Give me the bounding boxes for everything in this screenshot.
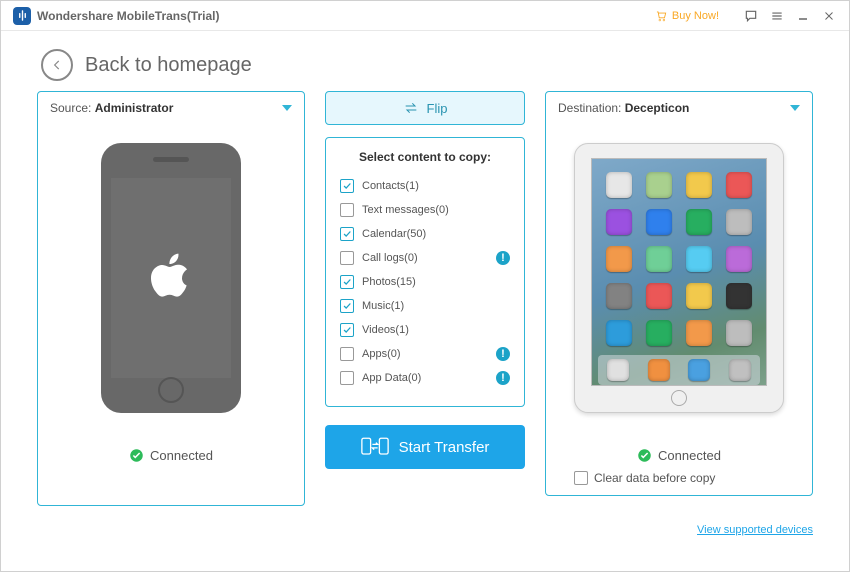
app-icon	[686, 209, 712, 235]
source-dropdown[interactable]: Source: Administrator	[38, 92, 304, 124]
app-icon	[606, 283, 632, 309]
app-icon	[726, 283, 752, 309]
app-icon	[686, 172, 712, 198]
content-item: Calendar(50)	[338, 222, 512, 246]
app-icon	[688, 359, 710, 381]
check-circle-icon	[637, 448, 652, 463]
content-checkbox[interactable]	[340, 347, 354, 361]
info-icon[interactable]: !	[496, 371, 510, 385]
minimize-button[interactable]	[795, 8, 811, 24]
content-item: Text messages(0)	[338, 198, 512, 222]
info-icon[interactable]: !	[496, 251, 510, 265]
transfer-icon	[361, 436, 389, 458]
content-item-label: Apps(0)	[354, 348, 496, 360]
source-device-image	[38, 124, 304, 432]
app-icon	[646, 209, 672, 235]
app-icon	[726, 246, 752, 272]
back-button[interactable]	[41, 49, 73, 81]
content-item: Contacts(1)	[338, 174, 512, 198]
content-checkbox[interactable]	[340, 299, 354, 313]
content-checkbox[interactable]	[340, 323, 354, 337]
content-checkbox[interactable]	[340, 251, 354, 265]
content-item-label: Calendar(50)	[354, 228, 510, 240]
apple-icon	[147, 250, 195, 306]
app-icon	[726, 209, 752, 235]
menu-button[interactable]	[769, 8, 785, 24]
app-icon	[646, 246, 672, 272]
content-item-label: Text messages(0)	[354, 204, 510, 216]
app-icon	[606, 209, 632, 235]
app-icon	[686, 283, 712, 309]
destination-status: Connected	[546, 432, 812, 471]
content-item-label: Call logs(0)	[354, 252, 496, 264]
content-item-label: App Data(0)	[354, 372, 496, 384]
ipad-dock	[598, 355, 760, 385]
destination-dropdown[interactable]: Destination: Decepticon	[546, 92, 812, 124]
flip-button[interactable]: Flip	[325, 91, 525, 125]
content-item-label: Contacts(1)	[354, 180, 510, 192]
middle-panel: Flip Select content to copy: Contacts(1)…	[325, 91, 525, 506]
content-item-label: Photos(15)	[354, 276, 510, 288]
app-icon	[726, 172, 752, 198]
swap-icon	[403, 102, 419, 114]
content-list: Select content to copy: Contacts(1) Text …	[325, 137, 525, 407]
chevron-down-icon	[282, 105, 292, 111]
content-checkbox[interactable]	[340, 371, 354, 385]
titlebar: Wondershare MobileTrans(Trial) Buy Now!	[1, 1, 849, 31]
source-status: Connected	[38, 432, 304, 471]
app-logo	[13, 7, 31, 25]
content-checkbox[interactable]	[340, 227, 354, 241]
chevron-down-icon	[790, 105, 800, 111]
app-icon	[606, 246, 632, 272]
app-icon	[648, 359, 670, 381]
destination-panel: Destination: Decepticon Connected Clear …	[545, 91, 813, 506]
content-item: Call logs(0)!	[338, 246, 512, 270]
back-row: Back to homepage	[1, 31, 849, 91]
app-icon	[686, 246, 712, 272]
app-icon	[686, 320, 712, 346]
source-panel: Source: Administrator Connected	[37, 91, 305, 506]
buy-now-label: Buy Now!	[672, 10, 719, 22]
content-item: Photos(15)	[338, 270, 512, 294]
content-checkbox[interactable]	[340, 203, 354, 217]
app-icon	[606, 320, 632, 346]
content-item: Apps(0)!	[338, 342, 512, 366]
back-label: Back to homepage	[85, 54, 252, 77]
info-icon[interactable]: !	[496, 347, 510, 361]
destination-name: Decepticon	[625, 101, 690, 115]
supported-devices-link[interactable]: View supported devices	[697, 524, 813, 536]
app-icon	[726, 320, 752, 346]
content-item-label: Music(1)	[354, 300, 510, 312]
cart-icon	[654, 9, 668, 23]
content-checkbox[interactable]	[340, 275, 354, 289]
app-title: Wondershare MobileTrans(Trial)	[37, 9, 219, 23]
footer: View supported devices	[1, 506, 849, 538]
app-icon	[646, 283, 672, 309]
start-transfer-button[interactable]: Start Transfer	[325, 425, 525, 469]
app-icon	[729, 359, 751, 381]
app-icon	[646, 320, 672, 346]
content-item: App Data(0)!	[338, 366, 512, 390]
buy-now-link[interactable]: Buy Now!	[654, 9, 719, 23]
content-title: Select content to copy:	[338, 150, 512, 174]
content-item: Music(1)	[338, 294, 512, 318]
close-button[interactable]	[821, 8, 837, 24]
app-icon	[606, 172, 632, 198]
destination-device-image	[546, 124, 812, 432]
content-item-label: Videos(1)	[354, 324, 510, 336]
clear-data-label: Clear data before copy	[594, 471, 715, 485]
content-checkbox[interactable]	[340, 179, 354, 193]
app-icon	[646, 172, 672, 198]
feedback-button[interactable]	[743, 8, 759, 24]
content-item: Videos(1)	[338, 318, 512, 342]
app-icon	[607, 359, 629, 381]
source-name: Administrator	[95, 101, 174, 115]
check-circle-icon	[129, 448, 144, 463]
clear-data-checkbox[interactable]	[574, 471, 588, 485]
